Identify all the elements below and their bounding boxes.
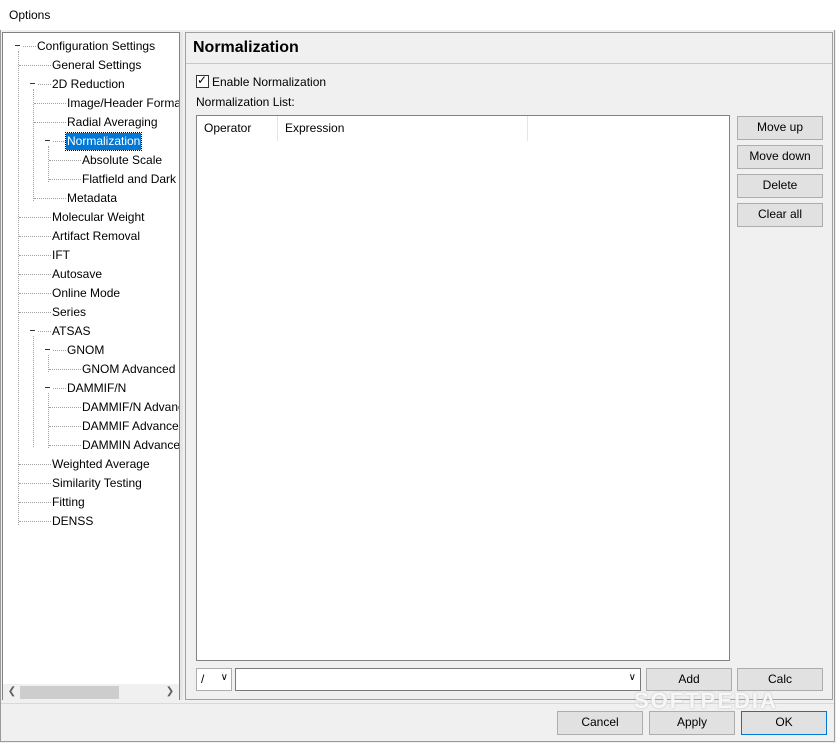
delete-button[interactable]: Delete: [737, 174, 823, 198]
ok-button[interactable]: OK: [741, 711, 827, 735]
tree-item-weighted-average[interactable]: Weighted Average: [52, 456, 150, 473]
tree-item-artifact-removal[interactable]: Artifact Removal: [52, 228, 140, 245]
title-divider: [186, 63, 832, 64]
tree-item-general-settings[interactable]: General Settings: [52, 57, 141, 74]
collapse-icon[interactable]: [44, 384, 53, 393]
tree-item-gnom[interactable]: GNOM: [67, 342, 104, 359]
collapse-icon[interactable]: [29, 327, 38, 336]
move-down-button[interactable]: Move down: [737, 145, 823, 169]
scrollbar-thumb[interactable]: [20, 686, 119, 699]
tree-item-similarity-testing[interactable]: Similarity Testing: [52, 475, 142, 492]
enable-normalization-label[interactable]: Enable Normalization: [212, 75, 326, 89]
enable-normalization-checkbox[interactable]: ✓: [196, 73, 209, 88]
column-header-operator[interactable]: Operator: [197, 116, 278, 141]
operator-value: /: [201, 672, 205, 686]
move-up-button[interactable]: Move up: [737, 116, 823, 140]
tree-item-molecular-weight[interactable]: Molecular Weight: [52, 209, 144, 226]
tree-item-autosave[interactable]: Autosave: [52, 266, 102, 283]
collapse-icon[interactable]: [29, 80, 38, 89]
settings-tree[interactable]: Configuration Settings General Settings …: [2, 32, 180, 700]
tree-item-flatfield-and-dark[interactable]: Flatfield and Dark: [82, 171, 176, 188]
collapse-icon[interactable]: [44, 346, 53, 355]
tree-item-dammin-advanced[interactable]: DAMMIN Advanced: [82, 437, 179, 454]
tree-item-radial-averaging[interactable]: Radial Averaging: [67, 114, 158, 131]
tree-item-atsas[interactable]: ATSAS: [52, 323, 90, 340]
tree-item-metadata[interactable]: Metadata: [67, 190, 117, 207]
tree-item-gnom-advanced[interactable]: GNOM Advanced: [82, 361, 175, 378]
column-header-expression[interactable]: Expression: [278, 116, 528, 141]
chevron-down-icon[interactable]: ∨: [629, 672, 636, 683]
pane-splitter[interactable]: [180, 32, 183, 700]
expression-combobox[interactable]: ∨: [235, 668, 641, 691]
tree-item-normalization[interactable]: Normalization: [64, 132, 143, 151]
collapse-icon[interactable]: [44, 137, 53, 146]
chevron-left-icon[interactable]: ❮: [5, 684, 19, 700]
tree-item-dammif-n[interactable]: DAMMIF/N: [67, 380, 126, 397]
tree-item-image-header-format[interactable]: Image/Header Format: [67, 95, 179, 112]
cancel-button[interactable]: Cancel: [557, 711, 643, 735]
tree-item-ift[interactable]: IFT: [52, 247, 70, 264]
apply-button[interactable]: Apply: [649, 711, 735, 735]
clear-all-button[interactable]: Clear all: [737, 203, 823, 227]
tree-item-fitting[interactable]: Fitting: [52, 494, 85, 511]
tree-item-configuration-settings[interactable]: Configuration Settings: [37, 38, 155, 55]
operator-select[interactable]: / ∨: [196, 668, 232, 691]
tree-item-series[interactable]: Series: [52, 304, 86, 321]
tree-item-denss[interactable]: DENSS: [52, 513, 93, 530]
tree-item-2d-reduction[interactable]: 2D Reduction: [52, 76, 125, 93]
normalization-list-label: Normalization List:: [196, 95, 295, 109]
normalization-list[interactable]: [196, 115, 730, 661]
window-title: Options: [9, 8, 51, 22]
collapse-icon[interactable]: [14, 42, 23, 51]
title-bar: Options: [0, 0, 836, 30]
tree-item-dammif-advanced[interactable]: DAMMIF Advanced: [82, 418, 179, 435]
tree-item-online-mode[interactable]: Online Mode: [52, 285, 120, 302]
page-title: Normalization: [193, 39, 299, 56]
checkmark-icon: ✓: [197, 73, 208, 87]
chevron-right-icon[interactable]: ❯: [163, 684, 177, 700]
tree-item-absolute-scale[interactable]: Absolute Scale: [82, 152, 162, 169]
chevron-down-icon[interactable]: ∨: [221, 672, 228, 683]
tree-item-dammif-n-advanced[interactable]: DAMMIF/N Advanced: [82, 399, 179, 416]
